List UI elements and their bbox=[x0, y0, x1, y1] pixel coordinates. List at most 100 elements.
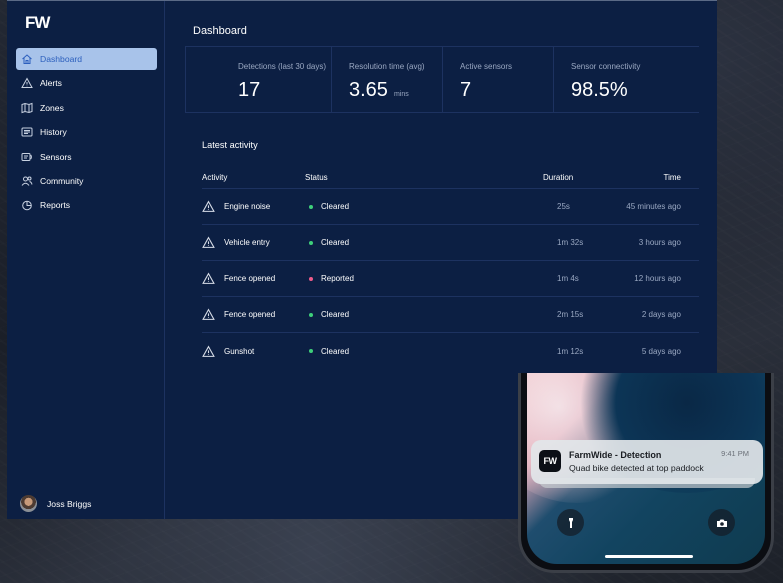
warning-icon bbox=[202, 272, 215, 284]
flashlight-button[interactable] bbox=[557, 509, 584, 536]
sidebar-item-community[interactable]: Community bbox=[16, 170, 157, 192]
activity-cell: Fence opened bbox=[202, 272, 305, 285]
camera-icon bbox=[716, 519, 727, 527]
sidebar-item-history[interactable]: History bbox=[16, 121, 157, 143]
phone-mockup: FW FarmWide - Detection Quad bike detect… bbox=[518, 373, 774, 573]
sidebar-item-label: Sensors bbox=[40, 151, 72, 162]
time-cell: 2 days ago bbox=[641, 310, 681, 319]
stat-value: 7 bbox=[460, 79, 472, 101]
warning-icon bbox=[21, 77, 33, 89]
status-cell: Cleared bbox=[305, 238, 543, 247]
avatar bbox=[20, 495, 37, 512]
warning-icon bbox=[202, 308, 215, 320]
sidebar-item-sensors[interactable]: Sensors bbox=[16, 146, 157, 168]
stat-value: 17 bbox=[238, 79, 261, 101]
sensor-icon bbox=[21, 151, 33, 163]
activity-cell: Fence opened bbox=[202, 308, 305, 321]
sidebar-nav: Dashboard Alerts Zones History Sensors C… bbox=[16, 48, 157, 219]
camera-button[interactable] bbox=[708, 509, 735, 536]
stat-value: 98.5% bbox=[571, 79, 628, 101]
stat-active-sensors: Active sensors 7 bbox=[442, 47, 553, 112]
table-row[interactable]: Gunshot Cleared 1m 12s 5 days ago bbox=[202, 333, 699, 369]
duration-cell: 1m 4s bbox=[557, 274, 579, 283]
column-header-status[interactable]: Status bbox=[305, 173, 543, 182]
phone-lock-screen: FW FarmWide - Detection Quad bike detect… bbox=[527, 373, 765, 564]
page-title: Dashboard bbox=[193, 25, 247, 37]
latest-activity-title: Latest activity bbox=[202, 140, 258, 150]
status-cell: Reported bbox=[305, 274, 543, 283]
app-logo[interactable]: FW bbox=[25, 13, 50, 33]
reports-icon bbox=[21, 199, 33, 211]
stat-value: 3.65 mins bbox=[349, 79, 409, 101]
table-row[interactable]: Fence opened Cleared 2m 15s 2 days ago bbox=[202, 297, 699, 333]
column-header-duration[interactable]: Duration bbox=[543, 173, 603, 182]
sidebar-item-reports[interactable]: Reports bbox=[16, 194, 157, 216]
home-icon bbox=[21, 53, 33, 65]
activity-name: Fence opened bbox=[224, 274, 276, 283]
table-header: Activity Status Duration Time bbox=[202, 167, 699, 189]
time-cell: 45 minutes ago bbox=[626, 202, 681, 211]
sidebar-item-alerts[interactable]: Alerts bbox=[16, 72, 157, 94]
sidebar: FW Dashboard Alerts Zones History Sensor… bbox=[7, 1, 165, 519]
column-header-activity[interactable]: Activity bbox=[202, 173, 305, 182]
stat-label: Resolution time (avg) bbox=[349, 62, 425, 71]
sidebar-item-label: History bbox=[40, 127, 67, 138]
home-indicator[interactable] bbox=[605, 555, 693, 558]
sidebar-item-label: Zones bbox=[40, 102, 64, 113]
user-name: Joss Briggs bbox=[47, 498, 92, 509]
activity-cell: Engine noise bbox=[202, 200, 305, 213]
user-profile[interactable]: Joss Briggs bbox=[20, 495, 91, 512]
time-cell: 3 hours ago bbox=[638, 238, 681, 247]
status-text: Cleared bbox=[321, 310, 350, 319]
warning-icon bbox=[202, 236, 215, 248]
time-cell: 5 days ago bbox=[641, 346, 681, 356]
stat-sensor-connectivity: Sensor connectivity 98.5% bbox=[553, 47, 699, 112]
warning-icon bbox=[202, 200, 215, 212]
duration-cell: 2m 15s bbox=[557, 310, 584, 319]
stat-label: Sensor connectivity bbox=[571, 62, 641, 71]
status-text: Cleared bbox=[321, 238, 350, 247]
status-text: Reported bbox=[321, 274, 354, 283]
stat-label: Active sensors bbox=[460, 62, 513, 71]
status-dot bbox=[309, 240, 313, 245]
sidebar-item-dashboard[interactable]: Dashboard bbox=[16, 48, 157, 70]
table-row[interactable]: Vehicle entry Cleared 1m 32s 3 hours ago bbox=[202, 225, 699, 261]
notification-time: 9:41 PM bbox=[721, 449, 749, 458]
stat-unit: mins bbox=[393, 91, 409, 98]
sidebar-item-label: Alerts bbox=[40, 78, 62, 89]
status-text: Cleared bbox=[321, 346, 350, 356]
status-dot bbox=[309, 312, 313, 317]
sidebar-item-zones[interactable]: Zones bbox=[16, 97, 157, 119]
sidebar-item-label: Community bbox=[40, 175, 84, 186]
status-cell: Cleared bbox=[305, 310, 543, 319]
sidebar-item-label: Reports bbox=[40, 200, 71, 211]
status-cell: Cleared bbox=[305, 347, 543, 356]
stat-label: Detections (last 30 days) bbox=[238, 62, 327, 71]
activity-name: Engine noise bbox=[224, 202, 271, 211]
push-notification[interactable]: FW FarmWide - Detection Quad bike detect… bbox=[531, 440, 763, 484]
stats-bar: Detections (last 30 days) 17 Resolution … bbox=[185, 46, 699, 113]
stat-resolution-time: Resolution time (avg) 3.65 mins bbox=[331, 47, 442, 112]
activity-name: Vehicle entry bbox=[224, 238, 270, 247]
history-icon bbox=[21, 126, 33, 138]
duration-cell: 1m 32s bbox=[557, 238, 584, 247]
warning-icon bbox=[202, 345, 215, 357]
duration-cell: 25s bbox=[557, 202, 570, 211]
activity-cell: Gunshot bbox=[202, 345, 305, 358]
table-row[interactable]: Fence opened Reported 1m 4s 12 hours ago bbox=[202, 261, 699, 297]
status-dot bbox=[309, 276, 313, 281]
community-icon bbox=[21, 175, 33, 187]
activity-table: Activity Status Duration Time Engine noi… bbox=[202, 167, 699, 369]
duration-cell: 1m 12s bbox=[557, 346, 584, 356]
sidebar-item-label: Dashboard bbox=[40, 54, 83, 64]
status-cell: Cleared bbox=[305, 202, 543, 211]
column-header-time[interactable]: Time bbox=[603, 173, 699, 182]
notification-body: Quad bike detected at top paddock bbox=[569, 463, 704, 473]
stat-detections: Detections (last 30 days) 17 bbox=[185, 47, 331, 112]
table-row[interactable]: Engine noise Cleared 25s 45 minutes ago bbox=[202, 189, 699, 225]
activity-cell: Vehicle entry bbox=[202, 236, 305, 249]
map-icon bbox=[21, 102, 33, 114]
status-text: Cleared bbox=[321, 202, 350, 211]
flashlight-icon bbox=[568, 517, 573, 528]
app-icon: FW bbox=[539, 450, 561, 472]
